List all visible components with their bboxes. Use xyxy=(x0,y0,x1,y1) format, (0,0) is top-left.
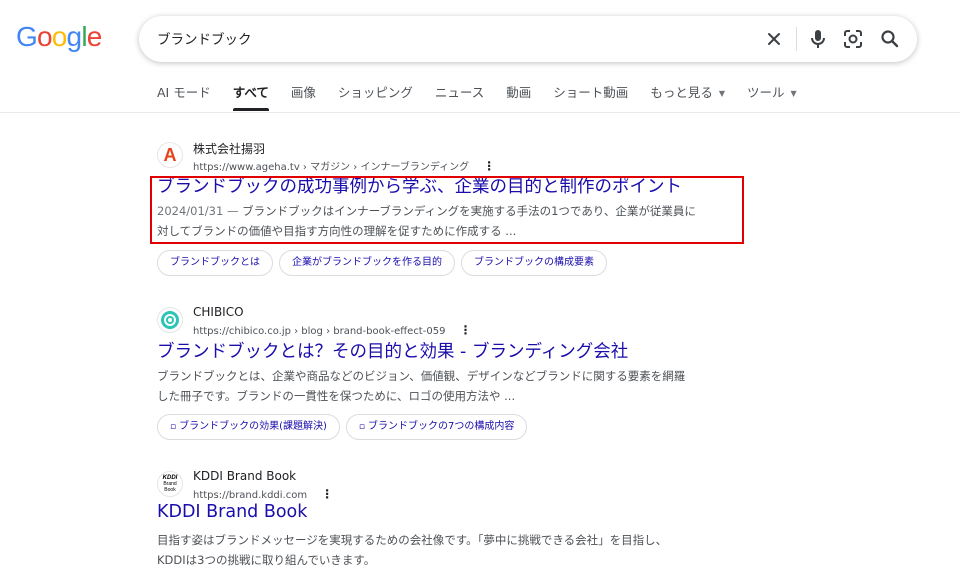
page-icon: ▫ xyxy=(358,422,366,432)
tab-videos[interactable]: 動画 xyxy=(506,84,531,106)
tab-videos-label: 動画 xyxy=(506,85,532,100)
snippet-line-2: した冊子です。ブランドの一貫性を保つために、ロゴの使用方法や ... xyxy=(157,389,516,403)
result-title-link[interactable]: KDDI Brand Book xyxy=(157,502,307,522)
site-url[interactable]: https://brand.kddi.com ⋮ xyxy=(193,487,333,501)
search-input[interactable] xyxy=(157,26,717,50)
favicon-letter: A xyxy=(163,144,177,165)
tab-more-label: もっと見る xyxy=(650,85,713,100)
tab-tools-label: ツール xyxy=(746,85,785,100)
mic-icon[interactable] xyxy=(807,28,829,50)
tab-images[interactable]: 画像 xyxy=(291,84,316,106)
more-options-icon[interactable]: ⋮ xyxy=(459,323,471,337)
chibico-favicon-icon[interactable] xyxy=(157,307,183,333)
tab-short-videos-label: ショート動画 xyxy=(553,85,629,100)
sitelink-chip[interactable]: ブランドブックとは xyxy=(157,250,273,276)
favicon-text: Book xyxy=(164,487,176,493)
google-logo[interactable]: Google xyxy=(16,21,102,53)
tab-news[interactable]: ニュース xyxy=(435,84,484,106)
search-divider xyxy=(796,27,797,51)
logo-letter-g2: g xyxy=(66,21,83,52)
result-snippet: 目指す姿はブランドメッセージを実現するための会社像です。「夢中に挑戦できる会社」… xyxy=(157,530,747,570)
tab-all[interactable]: すべて xyxy=(232,84,270,111)
site-url[interactable]: https://chibico.co.jp › blog › brand-boo… xyxy=(193,323,471,337)
sitelink-chip[interactable]: ▫ ブランドブックの7つの構成内容 xyxy=(345,414,528,440)
logo-letter-o1: o xyxy=(36,21,53,52)
site-url-text: https://chibico.co.jp › blog › brand-boo… xyxy=(193,326,446,337)
chip-label: ブランドブックの効果(課題解決) xyxy=(179,421,327,432)
tab-ai-mode-label: AI モード xyxy=(157,85,211,100)
snippet-line-2: KDDIは3つの挑戦に取り組んでいきます。 xyxy=(157,553,376,567)
tab-shopping[interactable]: ショッピング xyxy=(338,84,413,106)
page-icon: ▫ xyxy=(170,422,177,432)
logo-letter-e: e xyxy=(86,21,103,52)
result-snippet: ブランドブックとは、企業や商品などのビジョン、価値観、デザインなどブランドに関す… xyxy=(157,366,747,406)
tab-shopping-label: ショッピング xyxy=(337,85,413,100)
site-url[interactable]: https://www.ageha.tv › マガジン › インナーブランディン… xyxy=(193,158,495,173)
result-title-link[interactable]: ブランドブックとは？その目的と効果 - ブランディング会社 xyxy=(157,338,628,363)
chip-label: ブランドブックの7つの構成内容 xyxy=(368,421,515,432)
site-name[interactable]: CHIBICO xyxy=(193,305,244,319)
logo-letter-g: G xyxy=(16,21,38,52)
tab-all-label: すべて xyxy=(232,85,269,100)
tab-more[interactable]: もっと見る ▼ xyxy=(650,84,725,106)
tab-short-videos[interactable]: ショート動画 xyxy=(553,84,628,106)
camera-lens-icon[interactable] xyxy=(842,28,864,50)
site-url-text: https://brand.kddi.com xyxy=(193,490,308,501)
tab-tools[interactable]: ツール ▼ xyxy=(747,84,797,106)
site-name[interactable]: KDDI Brand Book xyxy=(193,469,296,483)
sitelink-chip[interactable]: ▫ ブランドブックの効果(課題解決) xyxy=(157,414,340,440)
tab-news-label: ニュース xyxy=(434,85,485,100)
chevron-down-icon: ▼ xyxy=(718,88,725,98)
more-options-icon[interactable]: ⋮ xyxy=(483,159,495,173)
tabs-divider xyxy=(0,112,960,113)
sitelink-chips: ▫ ブランドブックの効果(課題解決) ▫ ブランドブックの7つの構成内容 xyxy=(157,414,533,440)
snippet-line-1: 目指す姿はブランドメッセージを実現するための会社像です。「夢中に挑戦できる会社」… xyxy=(157,533,668,547)
logo-letter-o2: o xyxy=(51,21,68,52)
sitelink-chips: ブランドブックとは 企業がブランドブックを作る目的 ブランドブックの構成要素 xyxy=(157,250,613,276)
snippet-line-1: ブランドブックとは、企業や商品などのビジョン、価値観、デザインなどブランドに関す… xyxy=(157,369,686,383)
tab-ai-mode[interactable]: AI モード xyxy=(157,84,211,106)
ageha-favicon-icon[interactable]: A xyxy=(157,142,183,168)
search-box xyxy=(139,16,917,62)
close-icon[interactable] xyxy=(763,28,785,50)
search-tabs: AI モード すべて 画像 ショッピング ニュース 動画 ショート動画 もっと見… xyxy=(157,84,819,111)
tab-images-label: 画像 xyxy=(290,85,316,100)
chevron-down-icon: ▼ xyxy=(790,88,797,98)
site-url-text: https://www.ageha.tv › マガジン › インナーブランディン… xyxy=(193,162,470,173)
sitelink-chip[interactable]: 企業がブランドブックを作る目的 xyxy=(279,250,455,276)
kddi-favicon-icon[interactable]: KDDI Brand Book xyxy=(157,471,183,497)
more-options-icon[interactable]: ⋮ xyxy=(321,487,333,501)
red-highlight-box xyxy=(150,176,744,244)
sitelink-chip[interactable]: ブランドブックの構成要素 xyxy=(461,250,607,276)
search-icon[interactable] xyxy=(879,28,901,50)
site-name[interactable]: 株式会社揚羽 xyxy=(193,140,265,157)
